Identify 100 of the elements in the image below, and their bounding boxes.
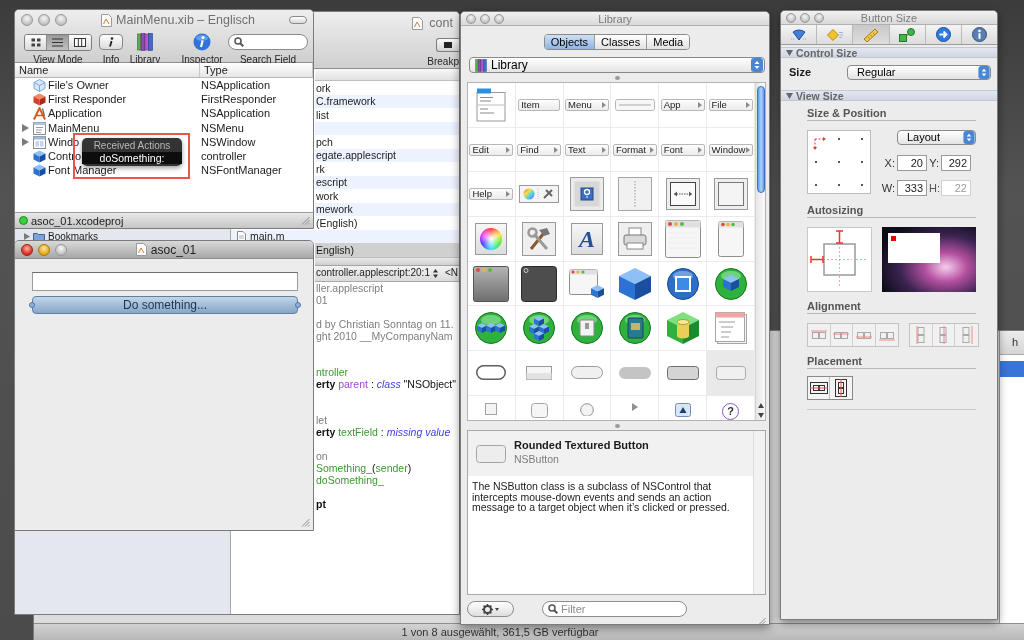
splitter-handle-icon[interactable] [614, 423, 620, 428]
segmented-control[interactable] [24, 33, 92, 51]
library-cell[interactable] [707, 351, 755, 396]
selection-handle[interactable] [295, 302, 301, 308]
library-cell[interactable]: Menu [563, 83, 612, 128]
minimize-button[interactable] [38, 14, 50, 26]
library-cell[interactable] [611, 351, 660, 396]
view-mode-segment[interactable] [47, 34, 69, 50]
library-cell[interactable] [611, 172, 660, 218]
resize-grip-icon[interactable] [757, 617, 766, 624]
section-header[interactable]: Control Size [781, 47, 997, 58]
minimize-button[interactable] [38, 243, 50, 256]
section-header[interactable]: View Size [781, 90, 997, 101]
library-cell[interactable]: A [563, 217, 612, 262]
action-button[interactable]: Do something... [32, 296, 298, 314]
zoom-button[interactable] [494, 13, 504, 24]
library-cell[interactable] [563, 306, 612, 352]
library-cell[interactable] [515, 261, 564, 307]
close-button[interactable] [21, 14, 33, 26]
text-field[interactable] [32, 272, 298, 291]
library-cell[interactable] [468, 261, 516, 307]
library-cell[interactable]: App [659, 83, 708, 128]
toolbar-button[interactable] [436, 38, 459, 52]
library-cell[interactable] [659, 172, 708, 218]
library-cell[interactable]: Help [468, 172, 516, 218]
library-cell[interactable]: Item [515, 83, 564, 128]
library-cell[interactable] [611, 83, 660, 128]
object-name[interactable]: File's Owner [48, 78, 109, 92]
align-button[interactable] [808, 324, 831, 346]
close-button[interactable] [21, 243, 33, 256]
books-icon[interactable] [475, 58, 487, 72]
toolbar-toggle-button[interactable] [289, 16, 307, 24]
library-cell[interactable] [707, 217, 755, 262]
library-cell[interactable] [515, 172, 564, 218]
action-menu-button[interactable] [467, 601, 514, 617]
scroll-thumb[interactable] [756, 86, 765, 193]
layout-popup[interactable]: Layout [897, 130, 976, 145]
library-cell[interactable] [468, 351, 516, 396]
segment-tab[interactable]: Media [647, 35, 690, 49]
library-cell[interactable] [707, 172, 755, 218]
library-cell[interactable]: File [707, 83, 755, 128]
segment-tab[interactable]: Classes [595, 35, 648, 49]
info-circle-icon[interactable] [193, 33, 211, 51]
disclosure-triangle-icon[interactable] [21, 124, 29, 133]
splitter-handle-icon[interactable] [614, 75, 620, 80]
search-field[interactable] [228, 34, 308, 50]
library-cell[interactable] [707, 306, 755, 352]
selection-handle[interactable] [29, 302, 35, 308]
zoom-button[interactable] [814, 12, 824, 23]
file-location[interactable]: controller.applescript:20:1 [316, 267, 430, 279]
library-cell[interactable] [659, 306, 708, 352]
library-cell[interactable] [659, 217, 708, 262]
coordinate-field[interactable]: 333 [897, 180, 927, 196]
inspector-tab[interactable] [853, 25, 890, 44]
library-cell[interactable] [611, 261, 660, 307]
sidebar-item[interactable]: Bookmarks [48, 231, 98, 243]
resize-grip-icon[interactable] [301, 518, 310, 527]
library-cell[interactable] [468, 83, 516, 128]
library-cell[interactable] [563, 351, 612, 396]
library-cell[interactable]: Find [515, 127, 564, 173]
align-button[interactable] [830, 324, 853, 346]
zoom-button[interactable] [55, 14, 67, 26]
library-cell[interactable] [659, 351, 708, 396]
align-button[interactable] [853, 324, 876, 346]
symbol-popup[interactable]: <N [444, 267, 458, 279]
object-name[interactable]: First Responder [48, 92, 127, 106]
resize-grip-icon[interactable] [301, 216, 310, 225]
file-row[interactable]: English) [315, 243, 459, 257]
library-cell[interactable]: Font [659, 127, 708, 173]
minimize-button[interactable] [480, 13, 490, 24]
object-name[interactable]: Application [48, 107, 102, 121]
scrollbar-track[interactable] [755, 83, 765, 420]
coordinate-field[interactable]: 292 [941, 155, 971, 171]
disclosure-triangle-icon[interactable] [21, 138, 29, 147]
action-item[interactable]: doSomething: [82, 152, 182, 164]
close-button[interactable] [786, 12, 796, 23]
updown-arrows-icon[interactable] [432, 268, 438, 278]
info-button[interactable] [99, 34, 123, 50]
close-button[interactable] [466, 13, 476, 24]
library-cell[interactable] [468, 306, 516, 352]
column-header[interactable]: Type [200, 63, 313, 77]
library-cell[interactable] [515, 217, 564, 262]
coordinate-field[interactable]: 20 [897, 155, 927, 171]
library-cell[interactable] [515, 306, 564, 352]
library-cell[interactable] [563, 172, 612, 218]
zoom-button[interactable] [55, 243, 67, 256]
library-cell[interactable] [659, 261, 708, 307]
minimize-button[interactable] [800, 12, 810, 23]
view-mode-segment[interactable] [69, 34, 91, 50]
view-mode-segment[interactable] [25, 34, 47, 50]
library-cell[interactable] [468, 217, 516, 262]
placement-button[interactable] [830, 377, 852, 399]
autosizing-drawing[interactable] [807, 227, 872, 292]
origin-grid-drawing[interactable] [807, 130, 871, 194]
disclosure-triangle-icon[interactable] [24, 233, 30, 241]
filter-field[interactable]: Filter [542, 601, 687, 617]
library-cell[interactable]: Window [707, 127, 755, 173]
books-icon[interactable] [137, 33, 153, 51]
column-header[interactable]: Name [15, 63, 200, 77]
placement-button[interactable] [808, 377, 830, 399]
